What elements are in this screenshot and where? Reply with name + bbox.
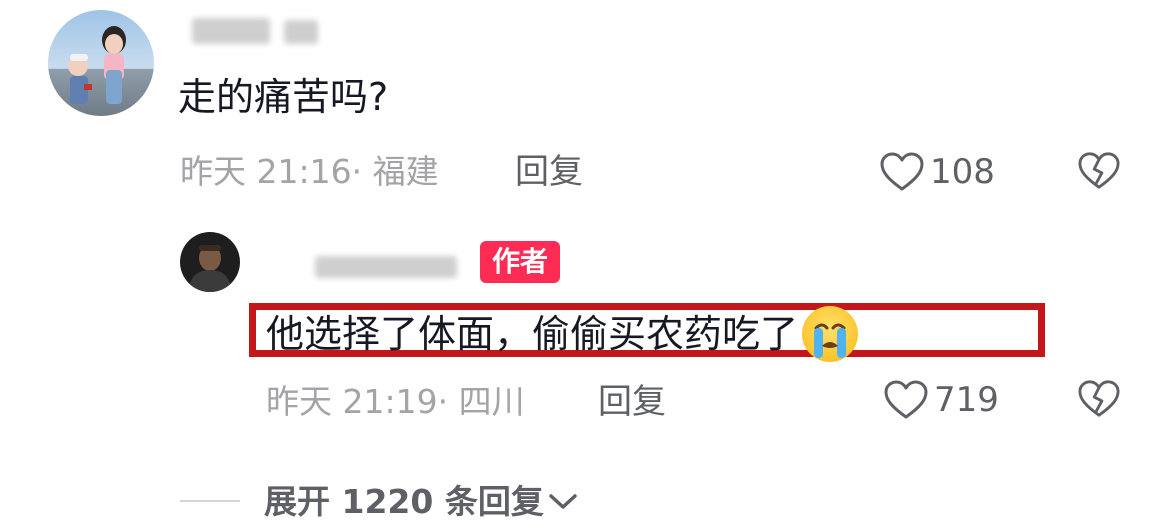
commenter-name-blurred xyxy=(192,18,270,44)
reply-text-row: 他选择了体面，偷偷买农药吃了 xyxy=(266,306,859,362)
expand-divider xyxy=(180,500,240,502)
reply-location: · 四川 xyxy=(437,382,525,421)
commenter-name-blurred-2 xyxy=(284,20,318,44)
reply-time: 昨天 21:19 xyxy=(266,382,438,421)
broken-heart-icon xyxy=(1078,379,1120,419)
broken-heart-icon xyxy=(1078,151,1120,191)
comment-dislike-button[interactable] xyxy=(1078,151,1120,191)
chevron-down-icon xyxy=(548,492,578,512)
comment-reply-button[interactable]: 回复 xyxy=(515,150,583,194)
comment-location: · 福建 xyxy=(351,152,439,191)
author-avatar-photo xyxy=(188,245,232,292)
reply-timestamp: 昨天 21:19· 四川 xyxy=(266,380,525,424)
author-badge: 作者 xyxy=(480,241,561,283)
author-name-blurred xyxy=(315,256,457,278)
reply-like-count: 719 xyxy=(934,380,999,420)
comment-like-button[interactable]: 108 xyxy=(880,150,995,194)
comment-timestamp: 昨天 21:16· 福建 xyxy=(180,150,439,194)
reply-dislike-button[interactable] xyxy=(1078,379,1120,419)
avatar-photo xyxy=(68,26,126,104)
comment-like-count: 108 xyxy=(930,152,995,192)
reply-like-button[interactable]: 719 xyxy=(884,378,999,422)
reply-text: 他选择了体面，偷偷买农药吃了 xyxy=(266,312,799,356)
commenter-avatar[interactable] xyxy=(48,10,154,116)
expand-replies-label: 展开 1220 条回复 xyxy=(264,482,544,521)
comment-text: 走的痛苦吗? xyxy=(178,75,389,119)
heart-icon xyxy=(880,152,924,192)
comment-time: 昨天 21:16 xyxy=(180,152,352,191)
heart-icon xyxy=(884,380,928,420)
author-avatar[interactable] xyxy=(180,232,240,292)
expand-replies-button[interactable]: 展开 1220 条回复 xyxy=(264,480,578,524)
reply-reply-button[interactable]: 回复 xyxy=(598,380,666,424)
loudly-crying-face-icon xyxy=(802,306,859,362)
